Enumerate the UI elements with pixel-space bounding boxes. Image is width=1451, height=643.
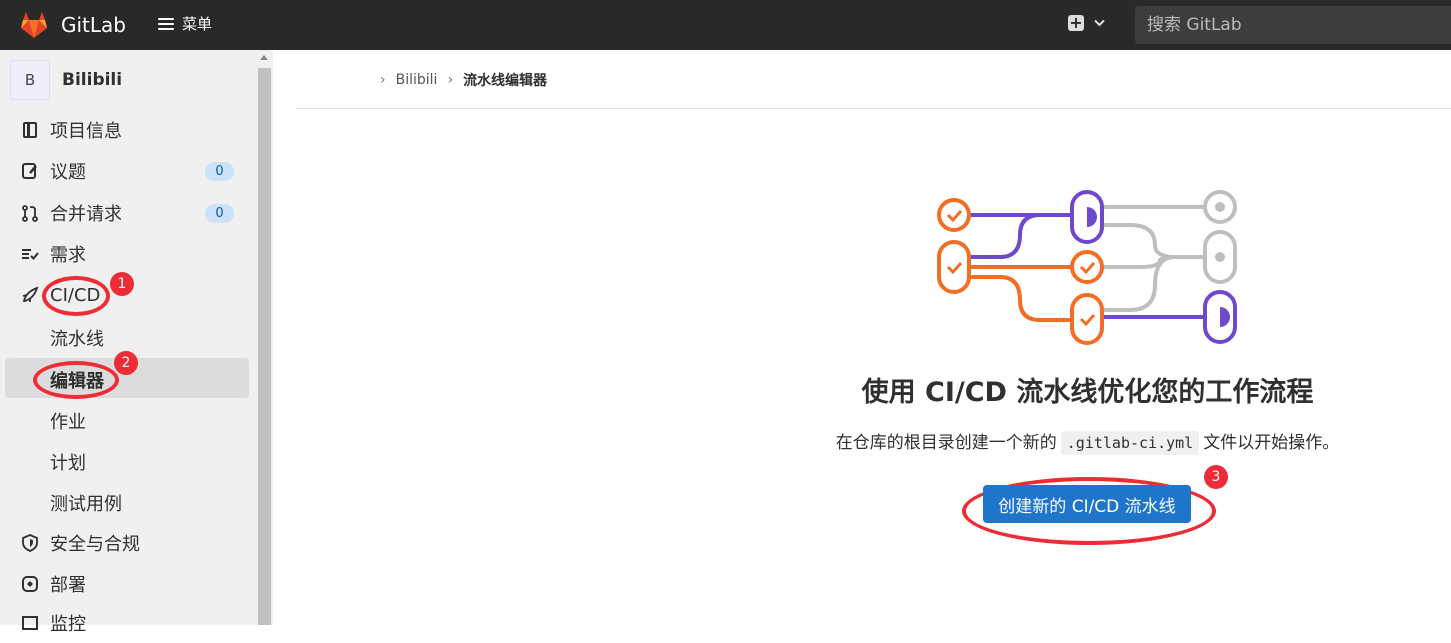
- sidebar-item-project-info[interactable]: 项目信息: [0, 110, 256, 150]
- monitor-icon: [20, 613, 40, 633]
- sidebar-subitem-label: 计划: [50, 453, 86, 474]
- sidebar-subitem-test-cases[interactable]: 测试用例: [0, 482, 256, 522]
- project-name: Bilibili: [62, 70, 123, 90]
- header-divider: [295, 108, 1451, 109]
- project-icon: [20, 120, 40, 140]
- sidebar-item-deployments[interactable]: 部署: [0, 564, 256, 604]
- chevron-right-icon: ›: [380, 72, 386, 88]
- merge-requests-count-badge: 0: [205, 203, 234, 223]
- gitlab-logo-icon[interactable]: [18, 9, 50, 41]
- rocket-icon: [20, 285, 40, 305]
- sidebar-subitem-label: 流水线: [50, 329, 104, 350]
- annotation-number-2: 2: [114, 351, 138, 375]
- chevron-down-icon: [1094, 19, 1105, 27]
- menu-button[interactable]: 菜单: [158, 13, 212, 34]
- breadcrumb: › Bilibili › 流水线编辑器: [380, 70, 547, 90]
- shield-icon: [20, 533, 40, 553]
- annotation-number-3: 3: [1204, 465, 1228, 489]
- annotation-ring-2: [33, 361, 119, 399]
- breadcrumb-project[interactable]: Bilibili: [396, 72, 438, 88]
- ci-file-name: .gitlab-ci.yml: [1060, 431, 1200, 455]
- menu-label: 菜单: [182, 15, 213, 33]
- pipeline-illustration-icon: [937, 190, 1237, 345]
- requirements-icon: [20, 244, 40, 264]
- sidebar-scrollbar[interactable]: [256, 50, 273, 625]
- project-avatar: B: [10, 60, 50, 100]
- sidebar-item-label: 需求: [50, 245, 86, 266]
- sidebar-item-merge-requests[interactable]: 合并请求 0: [0, 193, 256, 233]
- sidebar-item-issues[interactable]: 议题 0: [0, 151, 256, 191]
- annotation-ring-1: [42, 276, 110, 316]
- sidebar-item-monitor[interactable]: 监控: [0, 603, 256, 643]
- issues-icon: [20, 161, 40, 181]
- description-text: 文件以开始操作。: [1203, 433, 1340, 453]
- description-text: 在仓库的根目录创建一个新的: [835, 433, 1057, 453]
- plus-square-icon: +: [1068, 13, 1084, 32]
- new-dropdown-button[interactable]: +: [1068, 15, 1105, 31]
- sidebar-item-label: 项目信息: [50, 121, 122, 142]
- search-input[interactable]: [1135, 6, 1451, 44]
- sidebar-item-security[interactable]: 安全与合规: [0, 523, 256, 563]
- create-pipeline-button[interactable]: 创建新的 CI/CD 流水线: [983, 485, 1191, 523]
- sidebar-item-label: 合并请求: [50, 204, 122, 225]
- scroll-up-arrow-icon[interactable]: [260, 55, 268, 60]
- sidebar-subitem-label: 作业: [50, 412, 86, 433]
- empty-state-title: 使用 CI/CD 流水线优化您的工作流程: [861, 377, 1314, 408]
- sidebar-item-requirements[interactable]: 需求: [0, 234, 256, 274]
- sidebar-item-label: 部署: [50, 575, 86, 596]
- sidebar-item-label: 安全与合规: [50, 534, 140, 555]
- sidebar-item-label: 监控: [50, 614, 86, 635]
- issues-count-badge: 0: [205, 161, 234, 181]
- sidebar-item-label: 议题: [50, 162, 86, 183]
- chevron-right-icon: ›: [447, 72, 454, 88]
- deployments-icon: [20, 574, 40, 594]
- scroll-thumb[interactable]: [258, 68, 271, 625]
- brand-name[interactable]: GitLab: [61, 13, 126, 37]
- sidebar-subitem-schedules[interactable]: 计划: [0, 441, 256, 481]
- annotation-number-1: 1: [110, 272, 134, 296]
- sidebar-subitem-label: 测试用例: [50, 494, 122, 515]
- hamburger-icon: [158, 17, 174, 30]
- empty-state-description: 在仓库的根目录创建一个新的 .gitlab-ci.yml 文件以开始操作。: [760, 428, 1415, 455]
- project-header[interactable]: B Bilibili: [10, 60, 122, 100]
- top-navbar: GitLab 菜单 +: [0, 0, 1451, 50]
- breadcrumb-current[interactable]: 流水线编辑器: [463, 70, 547, 90]
- sidebar-subitem-jobs[interactable]: 作业: [0, 400, 256, 440]
- merge-request-icon: [20, 203, 40, 223]
